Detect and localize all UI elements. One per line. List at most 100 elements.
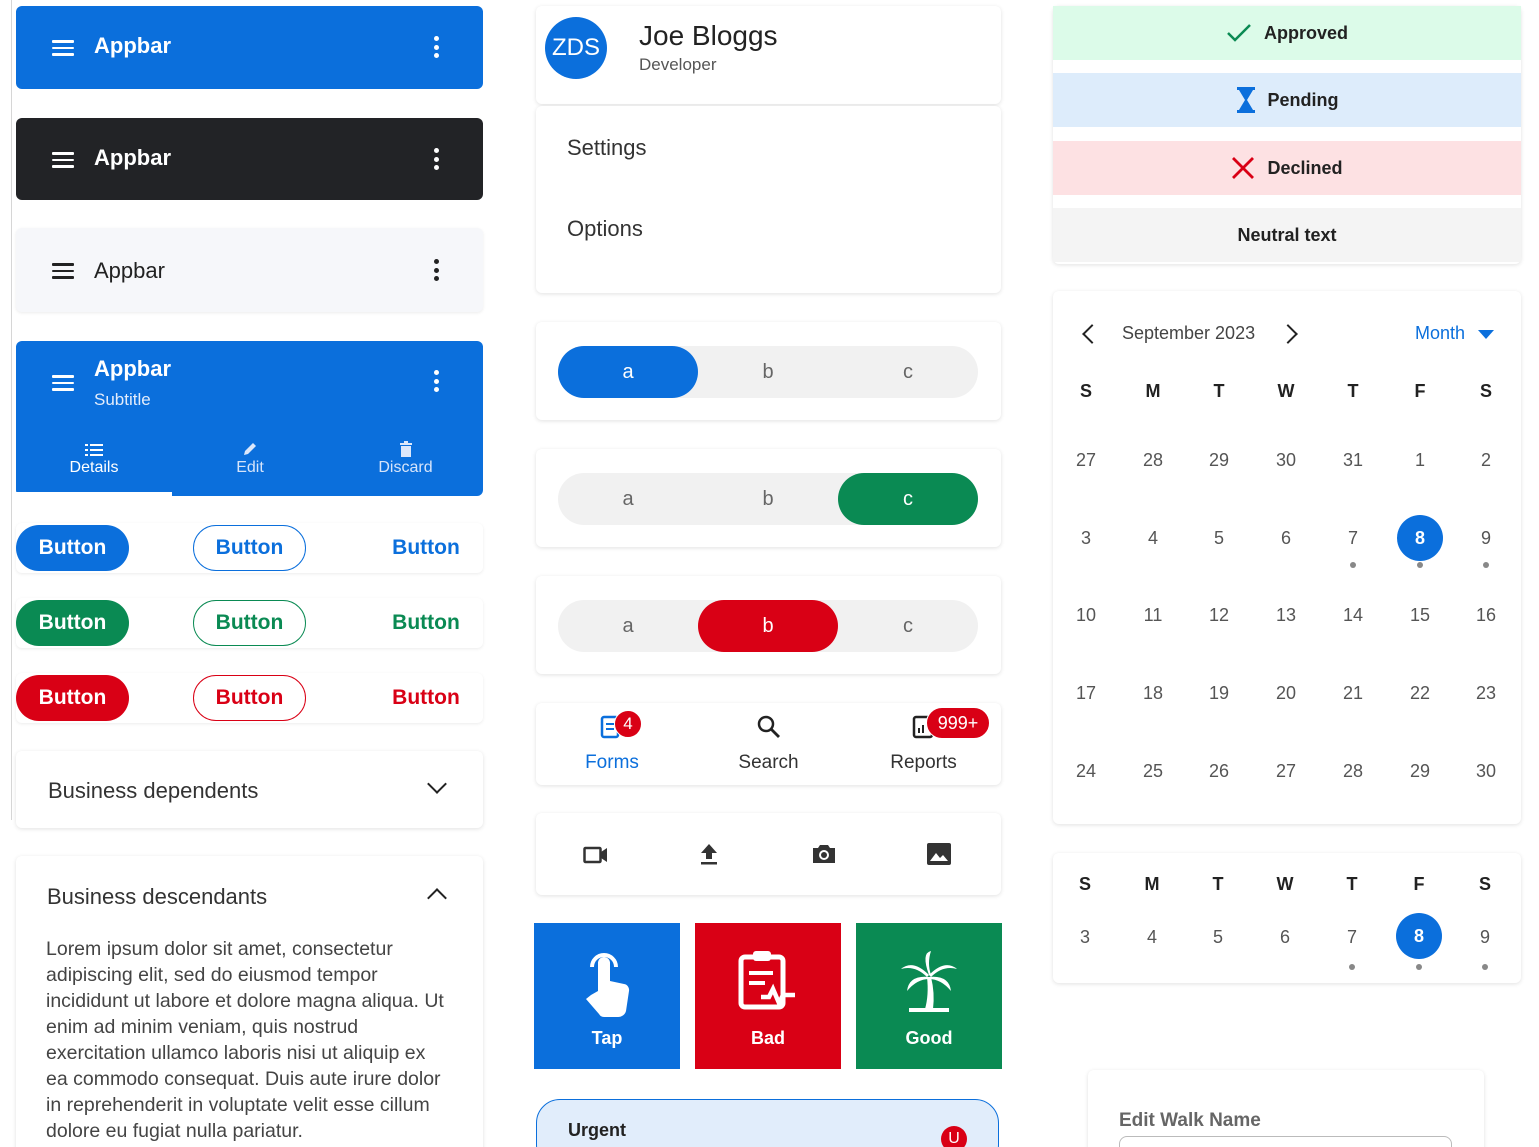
calendar-day[interactable]: 28 <box>1328 761 1378 782</box>
hamburger-menu-icon[interactable] <box>52 263 74 279</box>
nav-item-reports[interactable]: 999+ Reports <box>846 703 1001 785</box>
text-button[interactable]: Button <box>381 600 471 646</box>
tile-good[interactable]: Good <box>856 923 1002 1069</box>
chevron-left-icon[interactable] <box>1082 324 1102 344</box>
expander-business-dependents[interactable]: Business dependents <box>16 751 483 828</box>
segment-option[interactable]: a <box>558 346 698 398</box>
pencil-icon <box>244 443 256 455</box>
segment-option[interactable]: a <box>558 600 698 652</box>
calendar-day[interactable]: 13 <box>1261 605 1311 626</box>
urgent-card[interactable]: Urgent U <box>536 1099 999 1147</box>
calendar-day[interactable]: 1 <box>1395 450 1445 471</box>
calendar-day[interactable]: 17 <box>1061 683 1111 704</box>
filled-button[interactable]: Button <box>16 675 129 721</box>
calendar-day[interactable]: 3 <box>1061 528 1111 549</box>
calendar-day[interactable]: 5 <box>1194 528 1244 549</box>
walk-name-input[interactable] <box>1119 1136 1452 1147</box>
view-mode-label[interactable]: Month <box>1415 323 1465 344</box>
more-vert-icon[interactable] <box>433 370 439 392</box>
segment-option[interactable]: c <box>838 600 978 652</box>
nav-item-forms[interactable]: 4 Forms <box>536 703 691 785</box>
calendar-day[interactable]: 26 <box>1194 761 1244 782</box>
calendar-day[interactable]: 30 <box>1461 761 1511 782</box>
calendar-day[interactable]: 4 <box>1128 528 1178 549</box>
hamburger-menu-icon[interactable] <box>52 375 74 391</box>
more-vert-icon[interactable] <box>433 148 439 170</box>
calendar-day[interactable]: 28 <box>1128 450 1178 471</box>
status-declined: Declined <box>1053 141 1521 195</box>
calendar-day[interactable]: 14 <box>1328 605 1378 626</box>
segment-option[interactable]: c <box>838 346 978 398</box>
calendar-day[interactable]: 16 <box>1461 605 1511 626</box>
calendar-day[interactable]: 9 <box>1461 528 1511 549</box>
outline-button[interactable]: Button <box>193 600 306 646</box>
calendar-day[interactable]: 18 <box>1128 683 1178 704</box>
hamburger-menu-icon[interactable] <box>52 152 74 168</box>
segment-option[interactable]: b <box>698 473 838 525</box>
tab-discard[interactable]: Discard <box>328 439 483 496</box>
more-vert-icon[interactable] <box>433 36 439 58</box>
calendar-day[interactable]: 21 <box>1328 683 1378 704</box>
calendar-day[interactable]: 23 <box>1461 683 1511 704</box>
segment-option[interactable]: b <box>698 600 838 652</box>
upload-icon[interactable] <box>698 842 720 866</box>
calendar-day[interactable]: 2 <box>1461 450 1511 471</box>
segment-option[interactable]: a <box>558 473 698 525</box>
menu-item-options[interactable]: Options <box>567 216 643 242</box>
chevron-right-icon[interactable] <box>1278 324 1298 344</box>
calendar-day[interactable]: 7 <box>1327 927 1377 948</box>
calendar-day[interactable]: 4 <box>1127 927 1177 948</box>
selected-day[interactable]: 8 <box>1397 515 1443 561</box>
segment-option[interactable]: b <box>698 346 838 398</box>
calendar-day[interactable]: 12 <box>1194 605 1244 626</box>
expander-business-descendants[interactable]: Business descendants Lorem ipsum dolor s… <box>16 856 483 1147</box>
filled-button[interactable]: Button <box>16 600 129 646</box>
calendar-day[interactable]: 3 <box>1060 927 1110 948</box>
calendar-day[interactable]: 6 <box>1260 927 1310 948</box>
selected-day[interactable]: 8 <box>1396 913 1442 959</box>
outline-button[interactable]: Button <box>193 675 306 721</box>
calendar-day[interactable]: 27 <box>1261 761 1311 782</box>
appbar-subtitle: Subtitle <box>94 390 151 409</box>
caret-down-icon[interactable] <box>1478 330 1494 339</box>
calendar-day[interactable]: 7 <box>1328 528 1378 549</box>
calendar-day[interactable]: 31 <box>1328 450 1378 471</box>
calendar-day[interactable]: 10 <box>1061 605 1111 626</box>
calendar-day[interactable]: 29 <box>1194 450 1244 471</box>
calendar-day[interactable]: 30 <box>1261 450 1311 471</box>
filled-button[interactable]: Button <box>16 525 129 571</box>
tile-tap[interactable]: Tap <box>534 923 680 1069</box>
outline-button[interactable]: Button <box>193 525 306 571</box>
camera-icon[interactable] <box>810 842 838 866</box>
appbar-title: Appbar <box>94 258 165 283</box>
calendar-day[interactable]: 27 <box>1061 450 1111 471</box>
calendar-day[interactable]: 22 <box>1395 683 1445 704</box>
calendar-day[interactable]: 19 <box>1194 683 1244 704</box>
calendar-day[interactable]: 11 <box>1128 605 1178 626</box>
tab-details[interactable]: Details <box>16 439 172 496</box>
tab-edit[interactable]: Edit <box>172 439 328 496</box>
hamburger-menu-icon[interactable] <box>52 40 74 56</box>
menu-item-settings[interactable]: Settings <box>567 135 647 161</box>
segment-option[interactable]: c <box>838 473 978 525</box>
tile-bad[interactable]: Bad <box>695 923 841 1069</box>
text-button[interactable]: Button <box>381 675 471 721</box>
calendar-day[interactable]: 6 <box>1261 528 1311 549</box>
tab-label: Discard <box>378 459 433 476</box>
profile-role: Developer <box>639 55 717 74</box>
weekday-header: T <box>1212 874 1224 894</box>
weekday-header: S <box>1479 381 1492 401</box>
nav-item-search[interactable]: Search <box>691 703 846 785</box>
text-button[interactable]: Button <box>381 525 471 571</box>
week-calendar: S M T W T F S 3456789 <box>1053 853 1521 983</box>
calendar-day[interactable]: 29 <box>1395 761 1445 782</box>
more-vert-icon[interactable] <box>433 259 439 281</box>
calendar-day[interactable]: 20 <box>1261 683 1311 704</box>
image-icon[interactable] <box>926 842 952 866</box>
calendar-day[interactable]: 25 <box>1128 761 1178 782</box>
video-icon[interactable] <box>583 846 609 864</box>
calendar-day[interactable]: 9 <box>1460 927 1510 948</box>
calendar-day[interactable]: 5 <box>1193 927 1243 948</box>
calendar-day[interactable]: 15 <box>1395 605 1445 626</box>
calendar-day[interactable]: 24 <box>1061 761 1111 782</box>
